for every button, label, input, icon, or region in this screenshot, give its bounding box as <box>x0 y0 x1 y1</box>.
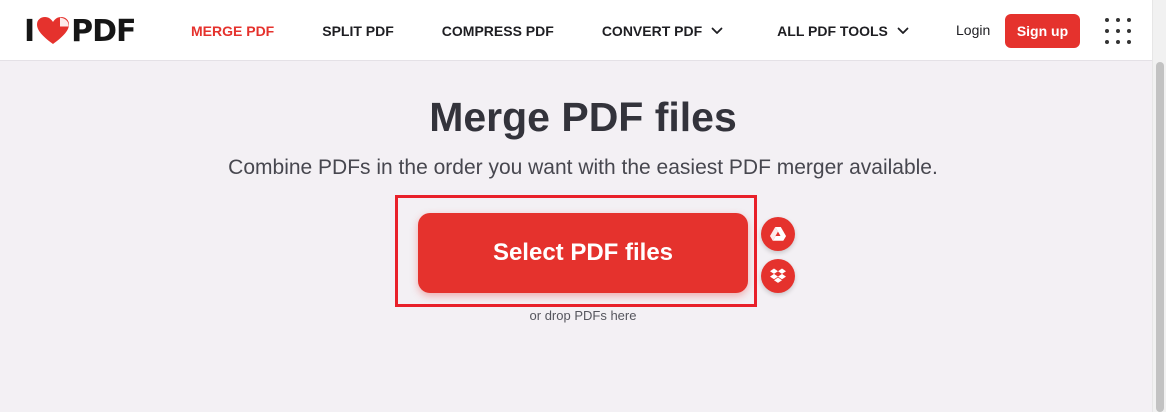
nav-split-pdf-label: SPLIT PDF <box>322 22 394 39</box>
nav-compress-pdf[interactable]: COMPRESS PDF <box>442 23 554 39</box>
main-content: Merge PDF files Combine PDFs in the orde… <box>0 61 1152 412</box>
page-subtitle: Combine PDFs in the order you want with … <box>228 156 938 179</box>
nav-convert-pdf[interactable]: CONVERT PDF <box>602 23 723 39</box>
page-title: Merge PDF files <box>429 94 737 140</box>
google-drive-icon <box>770 227 786 241</box>
nav-merge-pdf[interactable]: MERGE PDF <box>191 23 274 39</box>
main-nav: MERGE PDF SPLIT PDF COMPRESS PDF CONVERT… <box>191 0 909 61</box>
nav-split-pdf[interactable]: SPLIT PDF <box>322 23 394 39</box>
nav-convert-pdf-label: CONVERT PDF <box>601 22 703 39</box>
signup-button[interactable]: Sign up <box>1005 14 1080 48</box>
vertical-scrollbar[interactable] <box>1152 0 1166 412</box>
scrollbar-thumb[interactable] <box>1156 62 1164 412</box>
nav-merge-pdf-label: MERGE PDF <box>191 22 275 39</box>
chevron-down-icon <box>897 27 909 34</box>
grid-dots-icon[interactable] <box>1105 18 1131 44</box>
drop-hint: or drop PDFs here <box>529 308 637 323</box>
nav-all-pdf-tools-label: ALL PDF TOOLS <box>777 22 888 39</box>
nav-all-pdf-tools[interactable]: ALL PDF TOOLS <box>777 23 909 39</box>
logo-letter-i: I <box>24 13 35 49</box>
google-drive-button[interactable] <box>761 217 795 251</box>
chevron-down-icon <box>711 27 723 34</box>
dropbox-icon <box>770 268 786 283</box>
ilovepdf-logo[interactable]: I PDF <box>24 13 137 49</box>
dropbox-button[interactable] <box>761 259 795 293</box>
logo-text-pdf: PDF <box>71 13 136 49</box>
heart-icon <box>37 17 70 44</box>
login-link[interactable]: Login <box>956 22 990 38</box>
top-header: I PDF MERGE PDF SPLIT PDF COMPRESS PDF C… <box>0 0 1152 61</box>
nav-compress-pdf-label: COMPRESS PDF <box>441 22 554 39</box>
select-pdf-files-button[interactable]: Select PDF files <box>418 213 748 293</box>
